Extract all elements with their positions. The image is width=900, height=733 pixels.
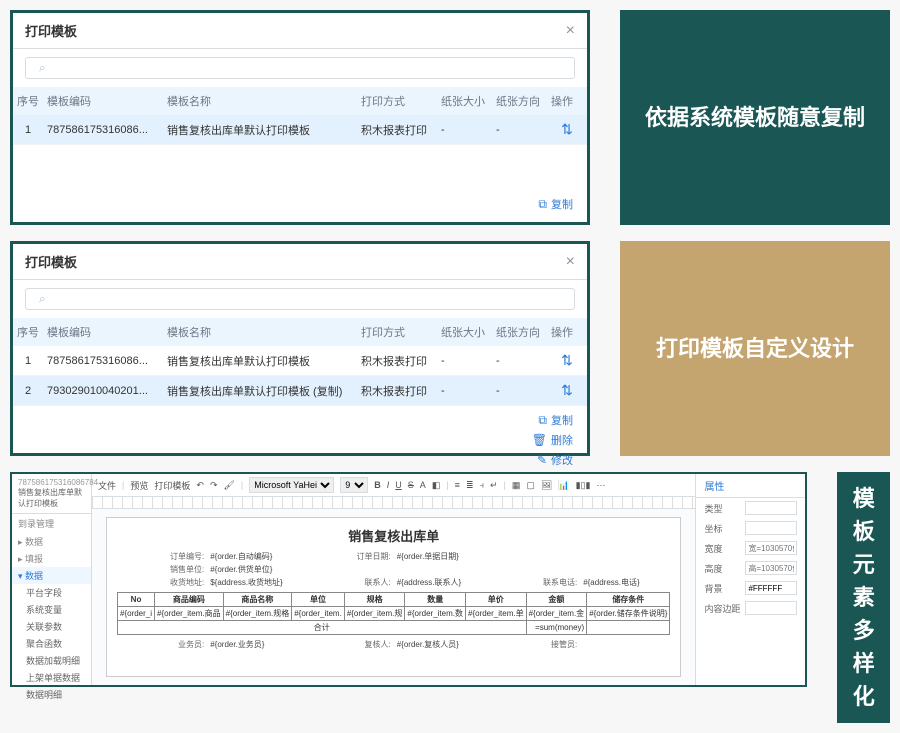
align-center-icon[interactable]: ≣ <box>466 480 474 491</box>
copy-link[interactable]: ⧉复制 <box>538 196 573 212</box>
doc-id: 787586175316086784 <box>18 478 85 487</box>
tb-tpl[interactable]: 打印模板 <box>154 479 190 492</box>
designer-sidebar: 787586175316086784 销售复核出库单默认打印模板 到录管理 ▸ … <box>12 474 92 685</box>
caption-1: 依据系统模板随意复制 <box>620 10 890 225</box>
row-action-icon[interactable]: ⇅ <box>547 346 587 376</box>
col-index: 序号 <box>13 87 43 115</box>
chart-icon[interactable]: 📊 <box>558 480 569 491</box>
template-table: 序号 模板编码 模板名称 打印方式 纸张大小 纸张方向 操作 1 7875861… <box>13 87 587 145</box>
sidebar-subitem[interactable]: 上架单据数据 <box>12 669 91 686</box>
fill-color-icon[interactable]: ◧ <box>432 480 441 491</box>
align-left-icon[interactable]: ≡ <box>455 480 460 490</box>
print-template-modal-2: 打印模板 × ⌕ 序号 模板编码 模板名称 打印方式 纸张大小 纸张方向 操作 <box>10 241 590 456</box>
italic-icon[interactable]: I <box>387 480 390 490</box>
font-select[interactable]: Microsoft YaHei <box>249 477 334 493</box>
tb-file[interactable]: 文件 <box>98 479 116 492</box>
wrap-icon[interactable]: ↵ <box>490 480 498 491</box>
sidebar-subitem[interactable]: 平台字段 <box>12 584 91 601</box>
sidebar-group: 到录管理 <box>12 514 91 533</box>
delete-icon: 🗑 <box>532 433 547 447</box>
col-op: 操作 <box>547 87 587 115</box>
search-icon: ⌕ <box>39 61 46 76</box>
tb-preview[interactable]: 预览 <box>130 479 148 492</box>
barcode-icon[interactable]: ▮▯▮ <box>576 480 591 491</box>
detail-table: No 商品编码 商品名称 单位 规格 数量 单价 金额 储存条件 <box>117 592 670 635</box>
sidebar-item[interactable]: ▸ 数据 <box>12 533 91 550</box>
sidebar-item-active[interactable]: ▾ 数据 <box>12 567 91 584</box>
prop-bg-input[interactable] <box>745 581 797 595</box>
underline-icon[interactable]: U <box>395 480 402 490</box>
image-icon[interactable]: 🖼 <box>541 480 552 491</box>
prop-coord-input[interactable] <box>745 521 797 535</box>
designer-main: 文件| 预览 打印模板 ↶ ↷ 🖌| Microsoft YaHei 9 B I… <box>92 474 695 685</box>
print-template-modal-1: 打印模板 × ⌕ 序号 模板编码 模板名称 打印方式 纸张大小 纸张方向 操作 <box>10 10 590 225</box>
row-action-icon[interactable]: ⇅ <box>547 115 587 145</box>
delete-link[interactable]: 🗑删除 <box>532 432 573 448</box>
prop-tab[interactable]: 属性 <box>696 474 805 498</box>
merge-icon[interactable]: ▦ <box>512 480 521 491</box>
prop-width-input[interactable] <box>745 541 797 555</box>
edit-icon: ✎ <box>537 453 547 467</box>
strike-icon[interactable]: S <box>408 480 414 490</box>
brush-icon[interactable]: 🖌 <box>223 480 234 491</box>
doc-name: 销售复核出库单默认打印模板 <box>18 487 85 509</box>
property-panel: 属性 类型 坐标 宽度 高度 背景 内容边距 <box>695 474 805 685</box>
col-name: 模板名称 <box>163 87 357 115</box>
prop-pad-input[interactable] <box>745 601 797 615</box>
border-icon[interactable]: ▢ <box>526 480 535 491</box>
template-table: 序号 模板编码 模板名称 打印方式 纸张大小 纸张方向 操作 1 7875861… <box>13 318 587 406</box>
sidebar-subitem[interactable]: 聚合函数 <box>12 635 91 652</box>
undo-icon[interactable]: ↶ <box>196 480 204 491</box>
designer-toolbar: 文件| 预览 打印模板 ↶ ↷ 🖌| Microsoft YaHei 9 B I… <box>92 474 695 497</box>
sidebar-subitem[interactable]: 系统变量 <box>12 601 91 618</box>
table-row[interactable]: 2 793029010040201... 销售复核出库单默认打印模板 (复制) … <box>13 376 587 406</box>
copy-icon: ⧉ <box>538 413 547 428</box>
size-select[interactable]: 9 <box>340 477 368 493</box>
report-sheet: 销售复核出库单 订单编号:#{order.自动编码} 订单日期:#{order.… <box>106 517 681 677</box>
caption-2: 打印模板自定义设计 <box>620 241 890 456</box>
edit-link[interactable]: ✎修改 <box>537 452 573 468</box>
search-input[interactable] <box>25 288 575 310</box>
prop-height-input[interactable] <box>745 561 797 575</box>
col-size: 纸张大小 <box>437 87 492 115</box>
search-box: ⌕ <box>25 288 575 310</box>
table-row[interactable]: 1 787586175316086... 销售复核出库单默认打印模板 积木报表打… <box>13 115 587 145</box>
copy-icon: ⧉ <box>538 197 547 212</box>
font-color-icon[interactable]: A <box>420 480 426 490</box>
row-action-icon[interactable]: ⇅ <box>547 376 587 406</box>
sidebar-item[interactable]: ▸ 填报 <box>12 550 91 567</box>
caption-3: 模板元素多样化 <box>837 472 890 723</box>
modal-title: 打印模板 <box>25 21 77 40</box>
col-code: 模板编码 <box>43 87 163 115</box>
sidebar-subitem[interactable]: 数据加载明细 <box>12 652 91 669</box>
search-box: ⌕ <box>25 57 575 79</box>
close-icon[interactable]: × <box>566 22 575 40</box>
col-print: 打印方式 <box>357 87 437 115</box>
more-icon[interactable]: ⋯ <box>596 480 605 491</box>
modal-title: 打印模板 <box>25 252 77 271</box>
prop-type-input[interactable] <box>745 501 797 515</box>
table-row[interactable]: 1 787586175316086... 销售复核出库单默认打印模板 积木报表打… <box>13 346 587 376</box>
redo-icon[interactable]: ↷ <box>210 480 218 491</box>
sidebar-subitem[interactable]: 关联参数 <box>12 618 91 635</box>
sidebar-subitem[interactable]: 数据明细 <box>12 686 91 703</box>
copy-link[interactable]: ⧉复制 <box>538 412 573 428</box>
sheet-title: 销售复核出库单 <box>117 526 670 545</box>
designer-canvas[interactable]: 销售复核出库单 订单编号:#{order.自动编码} 订单日期:#{order.… <box>92 509 695 685</box>
close-icon[interactable]: × <box>566 253 575 271</box>
search-input[interactable] <box>25 57 575 79</box>
col-dir: 纸张方向 <box>492 87 547 115</box>
horizontal-ruler <box>92 497 695 509</box>
bold-icon[interactable]: B <box>374 480 381 490</box>
search-icon: ⌕ <box>39 292 46 307</box>
template-designer: 787586175316086784 销售复核出库单默认打印模板 到录管理 ▸ … <box>10 472 807 687</box>
valign-icon[interactable]: ⫞ <box>479 480 484 491</box>
